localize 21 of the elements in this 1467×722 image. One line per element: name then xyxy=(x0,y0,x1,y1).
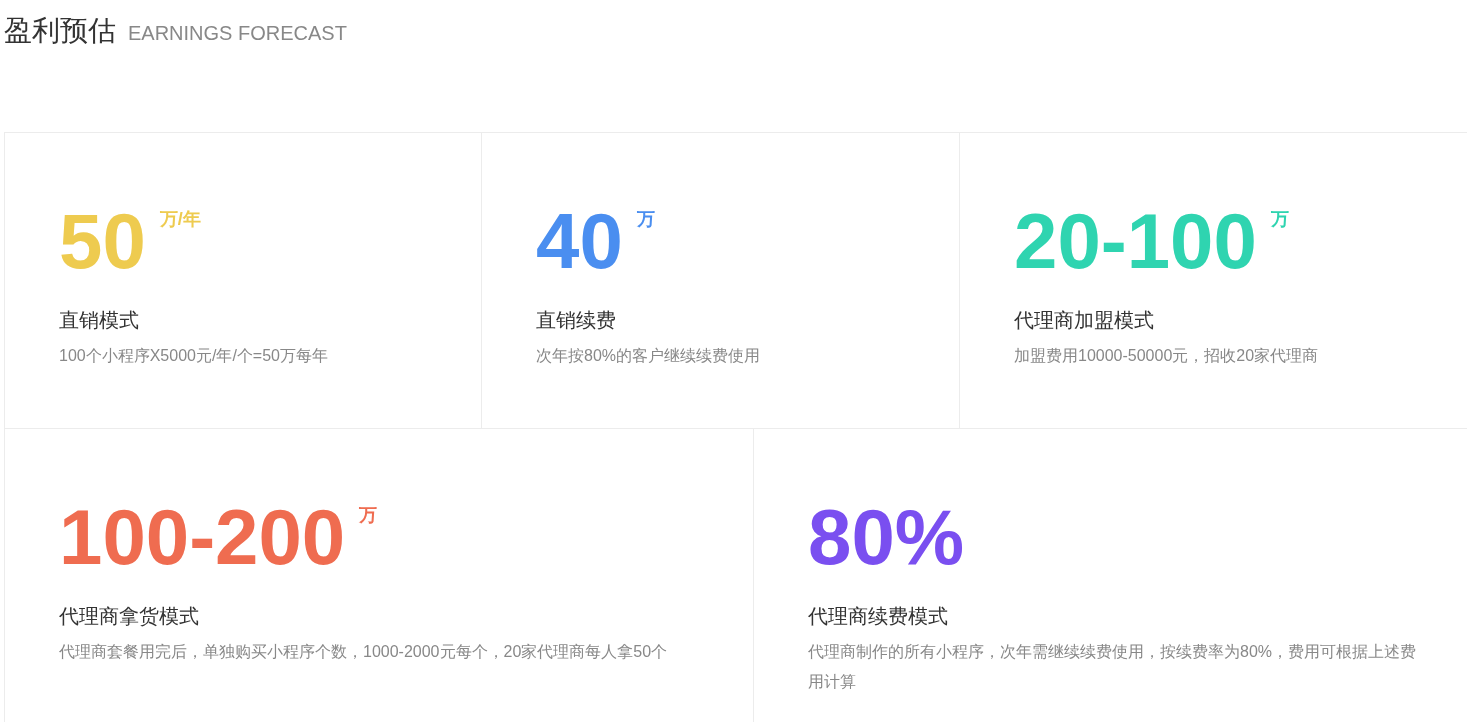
value-number: 40 xyxy=(536,201,623,281)
unit-label: 万 xyxy=(636,208,655,231)
unit-label: 万/年 xyxy=(159,208,201,231)
card-title: 直销模式 xyxy=(59,308,140,333)
card-description: 100个小程序X5000元/年/个=50万每年 xyxy=(59,346,329,366)
value-number: 20-100 xyxy=(1014,201,1257,281)
card-title: 代理商续费模式 xyxy=(808,604,949,629)
section-subtitle: EARNINGS FORECAST xyxy=(128,22,347,45)
card-title: 代理商加盟模式 xyxy=(1014,308,1155,333)
card-description: 代理商制作的所有小程序，次年需继续续费使用，按续费率为80%，费用可根据上述费用计算 xyxy=(808,642,1418,692)
value-number: 100-200 xyxy=(59,497,346,577)
card-title: 代理商拿货模式 xyxy=(59,604,200,629)
unit-label: 万 xyxy=(1270,208,1289,231)
card-description: 加盟费用10000-50000元，招收20家代理商 xyxy=(1014,346,1320,366)
value-number: 50 xyxy=(59,201,146,281)
card-title: 直销续费 xyxy=(536,308,617,333)
card-description: 次年按80%的客户继续续费使用 xyxy=(536,346,762,366)
value-number: 80% xyxy=(808,497,965,577)
section-title: 盈利预估 xyxy=(4,14,116,48)
unit-label: 万 xyxy=(359,504,378,527)
card-description: 代理商套餐用完后，单独购买小程序个数，1000-2000元每个，20家代理商每人拿50个 xyxy=(59,642,669,662)
